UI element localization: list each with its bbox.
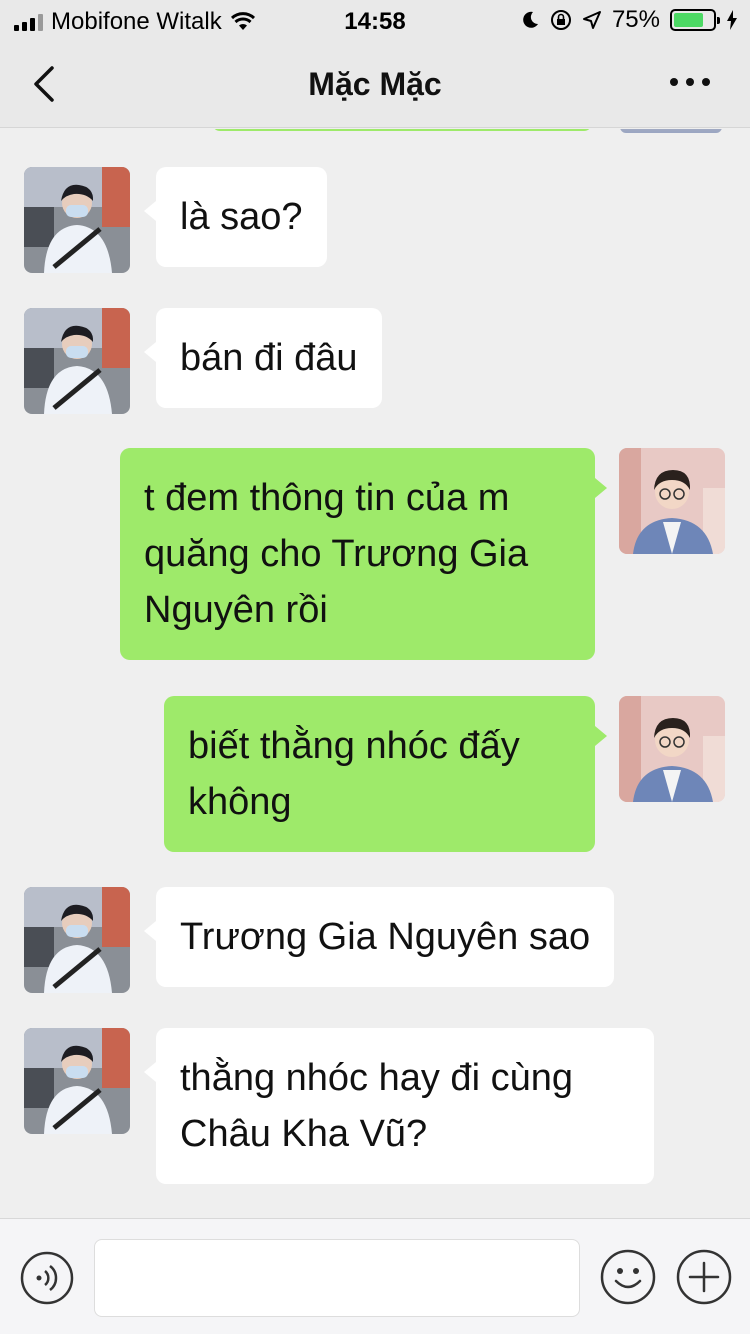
status-bar: Mobifone Witalk 14:58 75%	[0, 0, 750, 40]
message-bubble[interactable]: thằng nhóc hay đi cùng Châu Kha Vũ?	[144, 1028, 654, 1184]
message-row: t đem thông tin của m quăng cho Trương G…	[0, 448, 750, 663]
avatar-contact[interactable]	[24, 1028, 130, 1134]
nav-bar: Mặc Mặc	[0, 40, 750, 128]
message-row: là sao?	[0, 167, 750, 277]
message-bubble[interactable]: là sao?	[144, 167, 327, 267]
message-text: Trương Gia Nguyên sao	[180, 916, 591, 958]
message-text: biết thằng nhóc đấy	[188, 725, 520, 767]
message-text: Châu Kha Vũ?	[180, 1113, 428, 1155]
message-bubble[interactable]: Trương Gia Nguyên sao	[143, 887, 615, 987]
location-icon	[582, 11, 601, 29]
previous-avatar	[620, 129, 722, 133]
input-bar	[0, 1218, 750, 1334]
message-row: Trương Gia Nguyên sao	[0, 887, 750, 997]
message-text: bán đi đâu	[180, 337, 358, 379]
emoji-icon[interactable]	[600, 1249, 656, 1305]
message-row: bán đi đâu	[0, 308, 750, 418]
moon-icon	[523, 11, 538, 28]
charging-icon	[727, 10, 737, 30]
message-text: không	[188, 781, 292, 823]
battery-percent: 75%	[611, 6, 660, 33]
battery-icon	[670, 9, 720, 31]
message-text: quăng cho Trương Gia	[144, 533, 529, 575]
message-text: thằng nhóc hay đi cùng	[180, 1057, 573, 1099]
orientation-lock-icon	[550, 10, 571, 30]
message-row: thằng nhóc hay đi cùng Châu Kha Vũ?	[0, 1028, 750, 1188]
message-input[interactable]	[94, 1239, 580, 1317]
chat-thread[interactable]: là sao? bán đi đâu t đem thông tin của m…	[0, 129, 750, 1217]
message-bubble[interactable]: biết thằng nhóc đấy không	[164, 696, 607, 852]
message-text: là sao?	[180, 196, 303, 238]
message-bubble[interactable]: bán đi đâu	[144, 308, 382, 408]
chat-title: Mặc Mặc	[308, 66, 442, 102]
plus-icon[interactable]	[676, 1249, 732, 1305]
avatar-contact[interactable]	[24, 308, 130, 414]
voice-icon[interactable]	[20, 1251, 74, 1305]
avatar-self[interactable]	[619, 448, 725, 554]
avatar-self[interactable]	[619, 696, 725, 802]
message-text: Nguyên rồi	[144, 589, 328, 631]
message-bubble[interactable]: t đem thông tin của m quăng cho Trương G…	[120, 448, 607, 660]
avatar-contact[interactable]	[24, 887, 130, 993]
message-text: t đem thông tin của m	[144, 477, 510, 519]
avatar-contact[interactable]	[24, 167, 130, 273]
previous-message-bubble	[212, 129, 592, 131]
message-row: biết thằng nhóc đấy không	[0, 696, 750, 856]
more-dots-icon[interactable]	[670, 78, 710, 86]
